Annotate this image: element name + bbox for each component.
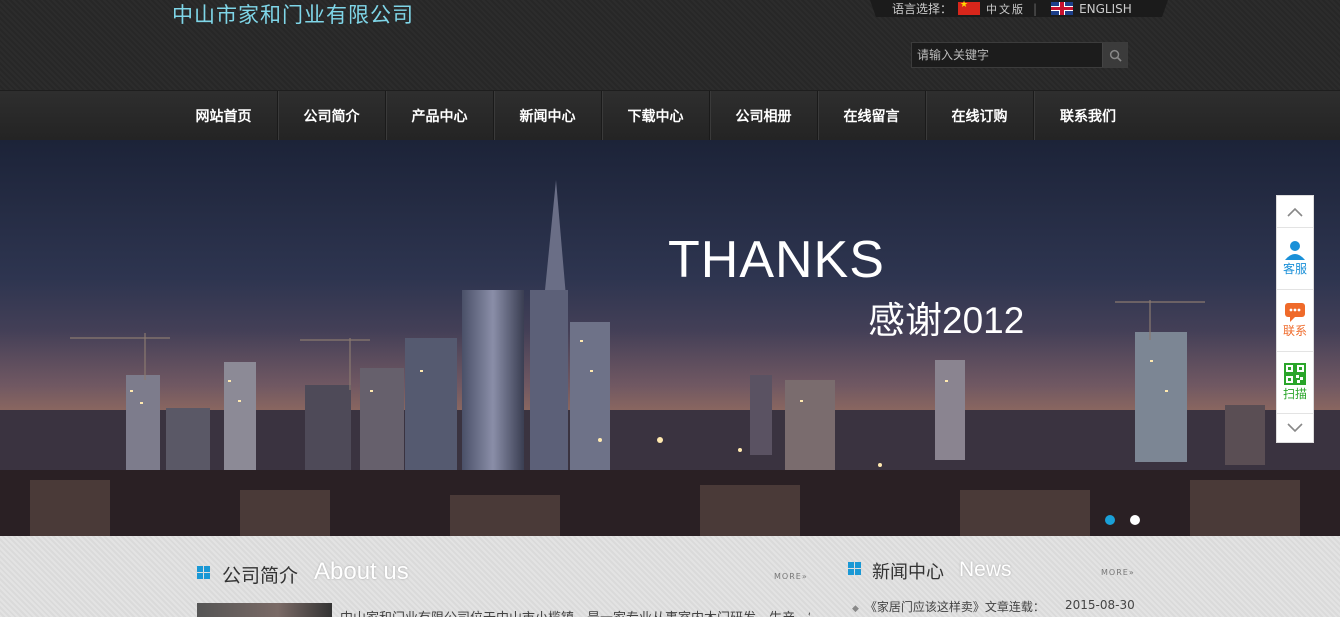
customer-service-button[interactable]: 客服 [1277,228,1313,290]
news-item-title: 《家居门应该这样卖》文章连载： [864,600,1045,614]
bullet-icon: ◆ [852,604,859,614]
main-nav: 网站首页 公司简介 产品中心 新闻中心 下载中心 公司相册 在线留言 在线订购 … [0,90,1340,141]
content-area: 公司简介 About us MORE» 中山家和门业有限公司位于中山市小榄镇，是… [0,536,1340,617]
chevron-down-icon [1287,423,1303,433]
search-icon [1109,49,1122,62]
slide-dot-2[interactable] [1130,515,1140,525]
nav-item-album[interactable]: 公司相册 [710,91,818,141]
grid-icon [848,562,861,575]
nav-list: 网站首页 公司简介 产品中心 新闻中心 下载中心 公司相册 在线留言 在线订购 … [170,91,1142,141]
about-title: 公司简介 [222,565,299,587]
search-button[interactable] [1102,43,1127,67]
banner-subtitle: 感谢2012 [868,300,1025,341]
header: 中山市家和门业有限公司 语言选择： 中文版 | ENGLISH [0,0,1340,90]
user-icon [1285,241,1305,260]
about-more-link[interactable]: MORE» [774,572,808,581]
grid-icon [197,566,210,579]
scroll-down-button[interactable] [1277,414,1313,442]
chevron-up-icon [1287,207,1303,217]
uk-flag-icon[interactable] [1051,2,1074,15]
news-title-en: News [959,558,1012,581]
customer-service-label: 客服 [1282,262,1307,276]
language-switcher: 语言选择： 中文版 | ENGLISH [870,0,1168,17]
news-more-link[interactable]: MORE» [1101,568,1135,577]
search-box [911,42,1128,68]
nav-item-order[interactable]: 在线订购 [926,91,1034,141]
slide-dot-1[interactable] [1105,515,1115,525]
lang-divider: | [1033,1,1038,16]
china-flag-icon[interactable] [958,0,981,15]
banner-title: THANKS [668,231,885,289]
nav-item-about[interactable]: 公司简介 [278,91,386,141]
news-item-date: 2015-08-30 [1065,598,1135,612]
scroll-up-button[interactable] [1277,196,1313,228]
lang-english-link[interactable]: ENGLISH [1079,2,1132,16]
about-text: 中山家和门业有限公司位于中山市小榄镇，是一家专业从事室内木门研发、生产、销售 [340,607,810,617]
scan-label: 扫描 [1282,387,1307,401]
nav-item-downloads[interactable]: 下载中心 [602,91,710,141]
nav-item-products[interactable]: 产品中心 [386,91,494,141]
chat-bubble-icon [1285,303,1305,322]
nav-item-home[interactable]: 网站首页 [170,91,278,141]
qr-code-icon [1284,363,1306,385]
side-float-panel: 客服 联系 扫描 [1276,195,1314,443]
company-logo[interactable]: 中山市家和门业有限公司 [172,0,414,29]
contact-label: 联系 [1282,324,1307,338]
contact-button[interactable]: 联系 [1277,290,1313,352]
nav-item-message[interactable]: 在线留言 [818,91,926,141]
news-title: 新闻中心 [872,562,944,583]
scan-qr-button[interactable]: 扫描 [1277,352,1313,414]
nav-item-contact[interactable]: 联系我们 [1034,91,1142,141]
language-label: 语言选择： [892,2,953,16]
search-input[interactable] [912,43,1104,67]
about-image [197,603,332,617]
hero-banner[interactable]: THANKS 感谢2012 [0,140,1340,536]
lang-chinese-link[interactable]: 中文版 [986,1,1025,17]
nav-item-news[interactable]: 新闻中心 [494,91,602,141]
city-skyline-image [0,180,1340,536]
about-title-en: About us [314,558,409,585]
